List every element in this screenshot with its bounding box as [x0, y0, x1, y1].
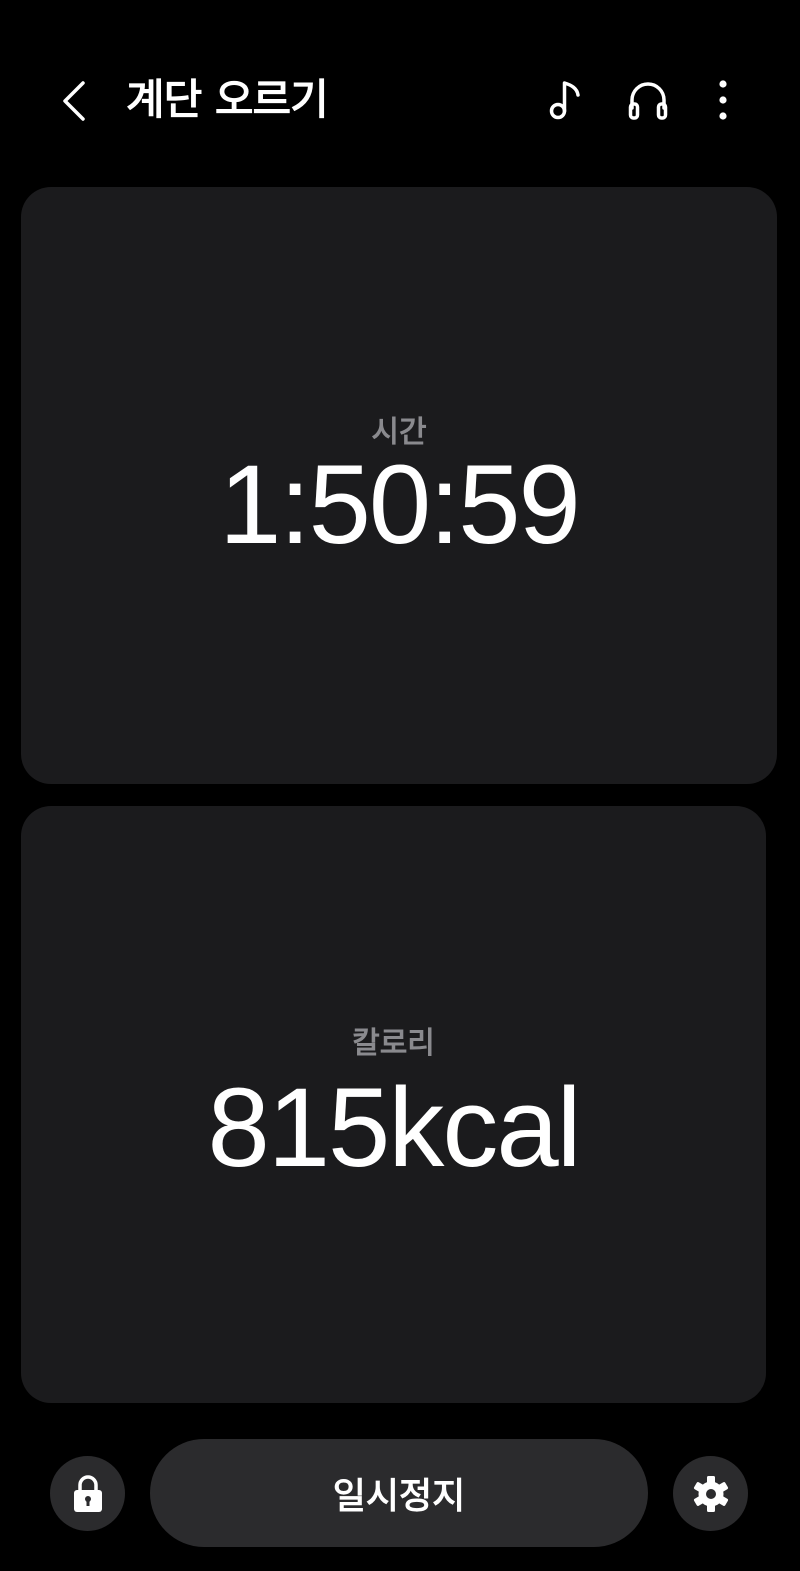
headphones-icon	[628, 82, 668, 120]
lock-icon	[73, 1474, 102, 1512]
back-icon	[63, 81, 85, 121]
more-vertical-icon	[719, 80, 727, 120]
page-title: 계단 오르기	[126, 75, 329, 124]
back-button[interactable]	[52, 76, 96, 126]
time-value: 1:50:59	[219, 442, 581, 567]
music-note-icon	[549, 81, 580, 120]
lock-button[interactable]	[50, 1456, 125, 1531]
calorie-value: 815kcal	[207, 1065, 581, 1190]
pause-button[interactable]: 일시정지	[150, 1439, 648, 1547]
more-options-button[interactable]	[700, 76, 746, 124]
music-button[interactable]	[543, 76, 589, 124]
gear-icon	[693, 1475, 728, 1512]
calorie-card: 칼로리 815kcal	[21, 806, 766, 1403]
headphones-button[interactable]	[625, 76, 671, 124]
app-bar: 계단 오르기	[0, 0, 800, 200]
calorie-label: 칼로리	[352, 1026, 435, 1061]
settings-button[interactable]	[673, 1456, 748, 1531]
time-card: 시간 1:50:59	[21, 187, 777, 784]
